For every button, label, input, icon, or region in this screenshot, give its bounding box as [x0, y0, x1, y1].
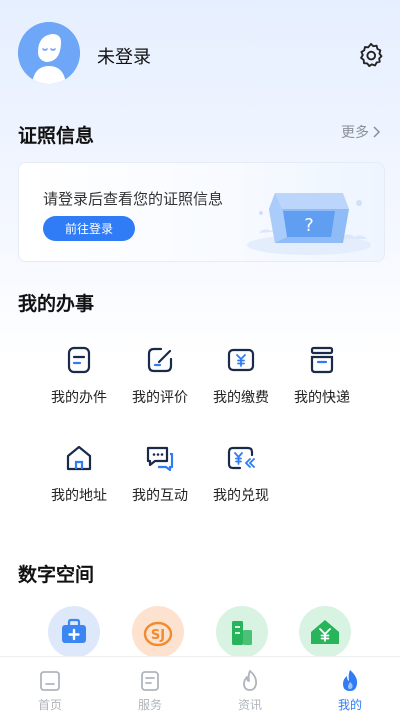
affairs-title: 我的办事 [18, 293, 95, 315]
more-link[interactable]: 更多 [341, 122, 381, 142]
affair-label: 我的互动 [132, 488, 188, 504]
service-tab-icon [141, 671, 159, 691]
gear-icon[interactable] [357, 41, 385, 69]
affair-item-reviews[interactable]: 我的评价 [119, 345, 199, 425]
profile-header: 未登录 [0, 0, 400, 110]
chevron-right-icon [373, 126, 381, 138]
social-security-icon[interactable]: SJ [132, 606, 184, 658]
certificate-card: 请登录后查看您的证照信息 前往登录 ? [18, 162, 385, 262]
affair-item-address[interactable]: 我的地址 [38, 443, 118, 523]
affair-item-redeem[interactable]: 我的兑现 [200, 443, 280, 523]
bottom-tab-bar: 首页 服务 资讯 我的 [0, 656, 400, 725]
affair-label: 我的办件 [51, 390, 107, 406]
yuan-exchange-icon [227, 446, 255, 470]
yuan-bill-icon [227, 348, 255, 372]
home-tab-icon [40, 671, 60, 691]
digital-space-title: 数字空间 [18, 564, 95, 586]
svg-text:SJ: SJ [151, 628, 165, 643]
affair-item-payments[interactable]: 我的缴费 [200, 345, 280, 425]
certificates-title: 证照信息 [18, 125, 95, 147]
more-label[interactable]: 更多 [341, 122, 369, 142]
affair-item-express[interactable]: 我的快递 [281, 345, 361, 425]
edit-icon [147, 347, 173, 373]
empty-box-illustration: ? [239, 173, 379, 258]
tab-label: 服务 [137, 698, 162, 712]
medical-kit-icon[interactable] [48, 606, 100, 658]
housing-fund-icon[interactable] [299, 606, 351, 658]
affair-label: 我的兑现 [213, 488, 269, 504]
tab-label: 首页 [37, 698, 62, 712]
building-icon[interactable] [216, 606, 268, 658]
chat-icon [146, 446, 174, 472]
avatar-icon[interactable] [18, 22, 80, 84]
user-name[interactable]: 未登录 [97, 43, 151, 69]
login-button[interactable]: 前往登录 [43, 216, 135, 241]
affair-label: 我的地址 [51, 488, 107, 504]
affair-item-interaction[interactable]: 我的互动 [119, 443, 199, 523]
affair-label: 我的评价 [132, 390, 188, 406]
certificate-prompt: 请登录后查看您的证照信息 [43, 190, 224, 208]
tab-mine[interactable]: 我的 [320, 667, 380, 717]
svg-text:?: ? [304, 215, 314, 236]
document-icon [67, 346, 91, 374]
home-icon [66, 445, 92, 471]
tab-news[interactable]: 资讯 [220, 667, 280, 717]
profile-flame-icon [343, 670, 358, 691]
tab-home[interactable]: 首页 [20, 667, 80, 717]
news-flame-icon [243, 670, 258, 691]
tab-label: 我的 [337, 698, 362, 712]
tab-label: 资讯 [237, 698, 262, 712]
tab-services[interactable]: 服务 [120, 667, 180, 717]
affair-label: 我的快递 [294, 390, 350, 406]
affair-item-cases[interactable]: 我的办件 [38, 345, 118, 425]
affair-label: 我的缴费 [213, 390, 269, 406]
package-icon [310, 346, 334, 374]
